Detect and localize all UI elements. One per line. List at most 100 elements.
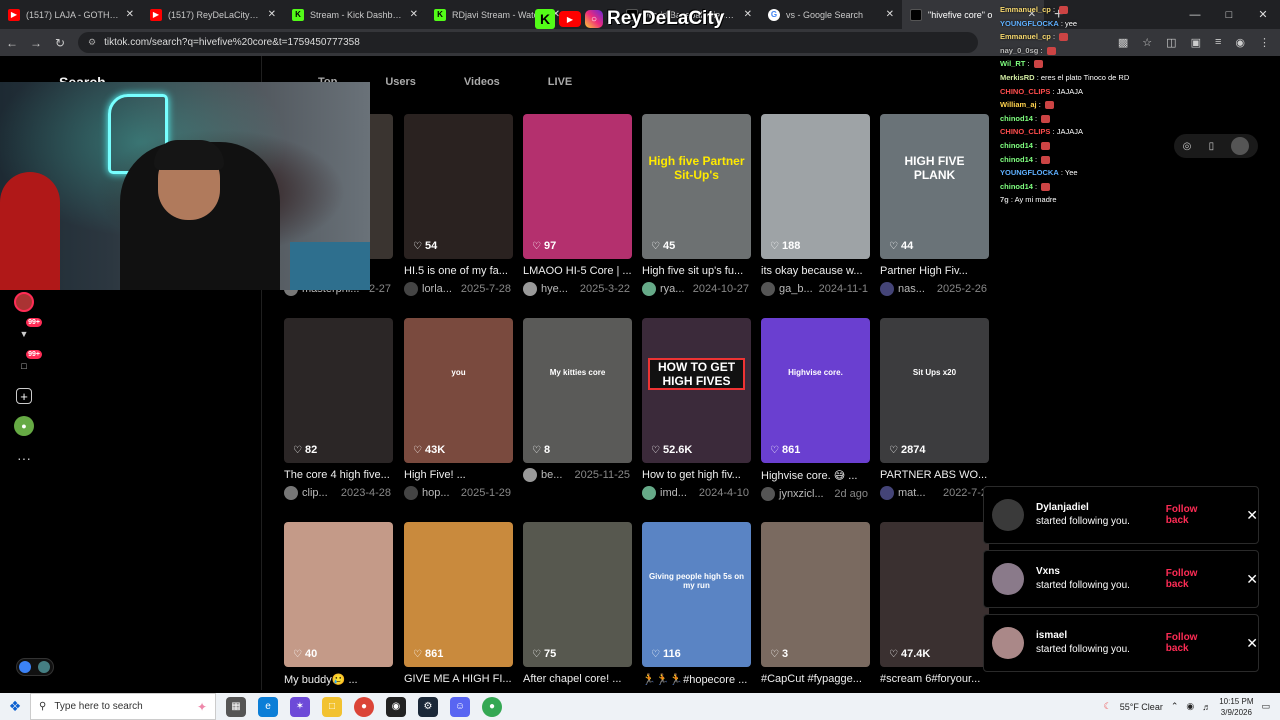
clock[interactable]: 10:15 PM 3/9/2026 — [1219, 696, 1253, 718]
video-card[interactable]: ♡ 3 #CapCut #fypagge... — [761, 522, 870, 685]
video-card[interactable]: ♡ 861 GIVE ME A HIGH FI... — [404, 522, 513, 685]
site-info-icon[interactable]: ⚙ — [88, 37, 96, 48]
video-card[interactable]: HIGH FIVE PLANK ♡ 44 Partner High Fiv... nas… — [880, 114, 989, 296]
back-icon[interactable]: ← — [0, 36, 24, 50]
video-card[interactable]: ♡ 97 LMAOO HI-5 Core | ... hye... 2025-3-22 — [523, 114, 632, 296]
close-icon[interactable]: ✕ — [1246, 507, 1258, 524]
weather-text[interactable]: 55°F Clear — [1120, 702, 1163, 712]
author-name[interactable]: nas... — [898, 283, 925, 295]
discord-icon[interactable]: ☺ — [450, 696, 470, 717]
activity-icon[interactable]: ▼ 99+ — [14, 318, 42, 344]
author-avatar[interactable] — [404, 282, 418, 296]
edge-icon[interactable]: e — [258, 696, 278, 717]
video-thumbnail[interactable]: you ♡ 43K — [404, 318, 513, 463]
author-name[interactable]: lorla... — [422, 283, 452, 295]
file-explorer-icon[interactable]: □ — [322, 696, 342, 717]
video-caption[interactable]: High five sit up's fu... — [642, 265, 754, 277]
browser-tab[interactable]: ▶ (1517) ReyDeLaCityShorts ✕ — [142, 0, 284, 29]
follower-avatar[interactable] — [992, 627, 1024, 659]
video-card[interactable]: My kitties core ♡ 8 be... 2025-11-25 — [523, 318, 632, 482]
follower-name[interactable]: ismael — [1036, 629, 1142, 643]
tray-up-icon[interactable]: ⌃ — [1171, 701, 1179, 712]
video-thumbnail[interactable]: ♡ 3 — [761, 522, 870, 667]
video-card[interactable]: ♡ 82 The core 4 high five... clip... 2023-4-… — [284, 318, 393, 500]
author-avatar[interactable] — [284, 486, 298, 500]
tab-live[interactable]: LIVE — [548, 76, 572, 88]
chrome-profile-icon[interactable]: ● — [482, 696, 502, 717]
theme-toggle[interactable] — [16, 658, 54, 676]
close-icon[interactable]: ✕ — [1246, 571, 1258, 588]
close-tab-icon[interactable]: ✕ — [410, 9, 418, 20]
author-avatar[interactable] — [880, 282, 894, 296]
user-avatar[interactable] — [1231, 137, 1250, 155]
follower-name[interactable]: Dylanjadiel — [1036, 501, 1142, 515]
follow-back-button[interactable]: Follow back — [1166, 504, 1216, 526]
video-card[interactable]: ♡ 75 After chapel core! ... — [523, 522, 632, 685]
video-thumbnail[interactable]: HIGH FIVE PLANK ♡ 44 — [880, 114, 989, 259]
author-avatar[interactable] — [404, 486, 418, 500]
tab-users[interactable]: Users — [385, 76, 416, 88]
author-name[interactable]: jynxzicl... — [779, 488, 824, 500]
video-caption[interactable]: PARTNER ABS WO... — [880, 469, 992, 481]
video-thumbnail[interactable]: ♡ 188 — [761, 114, 870, 259]
video-caption[interactable]: its okay because w... — [761, 265, 873, 277]
author-avatar[interactable] — [761, 282, 775, 296]
messages-icon[interactable]: □ 99+ — [14, 350, 42, 376]
video-thumbnail[interactable]: ♡ 54 — [404, 114, 513, 259]
video-thumbnail[interactable]: ♡ 861 — [404, 522, 513, 667]
maximize-icon[interactable]: □ — [1212, 9, 1246, 21]
author-avatar[interactable] — [642, 282, 656, 296]
close-tab-icon[interactable]: ✕ — [126, 9, 134, 20]
follower-avatar[interactable] — [992, 499, 1024, 531]
author-avatar[interactable] — [523, 282, 537, 296]
author-name[interactable]: hye... — [541, 283, 568, 295]
profile-icon[interactable]: ◉ — [1235, 36, 1245, 49]
video-thumbnail[interactable]: My kitties core ♡ 8 — [523, 318, 632, 463]
upload-icon[interactable]: + — [16, 388, 32, 404]
video-thumbnail[interactable]: HOW TO GET HIGH FIVES ♡ 52.6K — [642, 318, 751, 463]
video-caption[interactable]: GIVE ME A HIGH FI... — [404, 673, 516, 685]
more-icon[interactable]: ··· — [14, 448, 34, 468]
video-thumbnail[interactable]: Giving people high 5s on my run ♡ 116 — [642, 522, 751, 667]
video-caption[interactable]: #CapCut #fypagge... — [761, 673, 873, 685]
author-name[interactable]: imd... — [660, 487, 687, 499]
author-avatar[interactable] — [880, 486, 894, 500]
video-caption[interactable]: Highvise core. 😅 ... — [761, 469, 873, 482]
copilot-icon[interactable]: ✶ — [290, 696, 310, 717]
windows-start-icon[interactable]: ❖ — [0, 698, 30, 715]
video-caption[interactable]: HI.5 is one of my fa... — [404, 265, 516, 277]
minimize-icon[interactable]: — — [1178, 9, 1212, 21]
cast-icon[interactable]: ▣ — [1191, 36, 1201, 49]
author-name[interactable]: rya... — [660, 283, 684, 295]
obs-icon[interactable]: ◉ — [386, 696, 406, 717]
compass-icon[interactable]: ◎ — [1183, 141, 1192, 152]
close-tab-icon[interactable]: ✕ — [744, 9, 752, 20]
video-card[interactable]: ♡ 47.4K #scream 6#foryour... — [880, 522, 989, 685]
author-avatar[interactable] — [523, 468, 537, 482]
browser-tab[interactable]: K Stream - Kick Dashboard ✕ — [284, 0, 426, 29]
browser-tab[interactable]: ▶ (1517) LAJA - GOTHAM 2 ✕ — [0, 0, 142, 29]
video-caption[interactable]: How to get high fiv... — [642, 469, 754, 481]
close-tab-icon[interactable]: ✕ — [886, 9, 894, 20]
author-name[interactable]: be... — [541, 469, 562, 481]
video-card[interactable]: ♡ 40 My buddy🥲 ... — [284, 522, 393, 686]
notification-center-icon[interactable]: ▭ — [1261, 701, 1270, 712]
author-name[interactable]: mat... — [898, 487, 926, 499]
follower-name[interactable]: Vxns — [1036, 565, 1142, 579]
follow-back-button[interactable]: Follow back — [1166, 568, 1216, 590]
wifi-icon[interactable]: ◉ — [1186, 701, 1194, 712]
video-thumbnail[interactable]: ♡ 97 — [523, 114, 632, 259]
media-icon[interactable]: ≡ — [1215, 36, 1221, 49]
video-card[interactable]: Giving people high 5s on my run ♡ 116 🏃🏃🏃#h… — [642, 522, 751, 686]
close-window-icon[interactable]: ✕ — [1246, 8, 1280, 21]
follow-back-button[interactable]: Follow back — [1166, 632, 1216, 654]
author-name[interactable]: ga_b... — [779, 283, 813, 295]
video-card[interactable]: you ♡ 43K High Five! ... hop... 2025-1-29 — [404, 318, 513, 500]
video-card[interactable]: ♡ 188 its okay because w... ga_b... 2024-11-… — [761, 114, 870, 296]
video-caption[interactable]: 🏃🏃🏃#hopecore ... — [642, 673, 754, 686]
video-card[interactable]: Sit Ups x20 ♡ 2874 PARTNER ABS WO... mat... 2… — [880, 318, 989, 500]
video-caption[interactable]: #scream 6#foryour... — [880, 673, 992, 685]
video-caption[interactable]: After chapel core! ... — [523, 673, 635, 685]
follower-avatar[interactable] — [992, 563, 1024, 595]
video-card[interactable]: ♡ 54 HI.5 is one of my fa... lorla... 2025-7… — [404, 114, 513, 296]
